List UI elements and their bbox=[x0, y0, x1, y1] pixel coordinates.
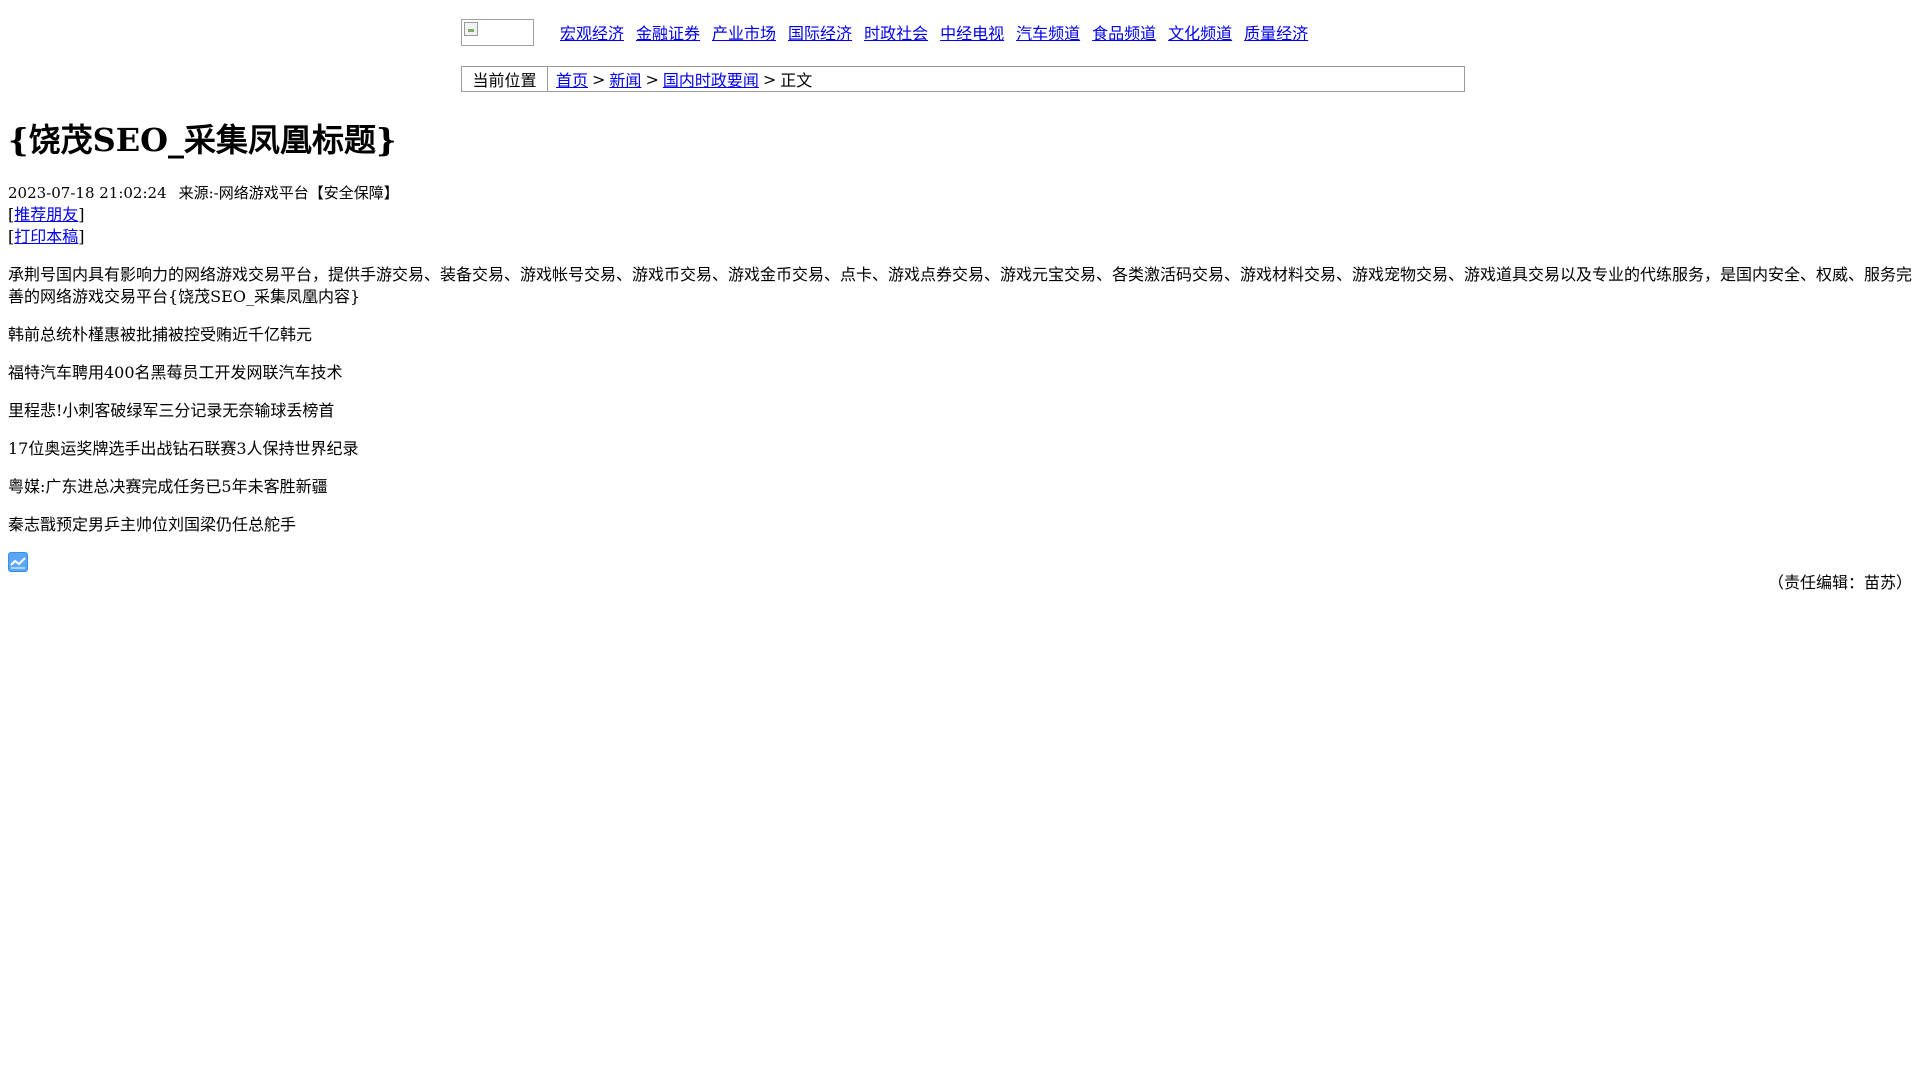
headline-item: 秦志戬预定男乒主帅位刘国梁仍任总舵手 bbox=[8, 515, 297, 534]
chart-icon bbox=[8, 552, 28, 572]
channel-links: 宏观经济 金融证券 产业市场 国际经济 时政社会 中经电视 汽车频道 食品频道 … bbox=[560, 20, 1308, 44]
headline-item: 韩前总统朴槿惠被批捕被控受贿近千亿韩元 bbox=[8, 325, 313, 344]
broken-image-icon bbox=[464, 21, 478, 36]
headline-item: 福特汽车聘用400名黑莓员工开发网联汽车技术 bbox=[8, 363, 343, 382]
nav-link-auto-channel[interactable]: 汽车频道 bbox=[1016, 20, 1080, 44]
site-logo[interactable] bbox=[461, 18, 534, 46]
breadcrumb-separator: > bbox=[645, 69, 659, 89]
breadcrumb-label: 当前位置 bbox=[462, 67, 548, 91]
breadcrumb-current: 正文 bbox=[780, 71, 813, 90]
article-meta: 2023-07-18 21:02:24 来源:-网络游戏平台【安全保障】 bbox=[8, 182, 399, 203]
headline-item: 粤媒:广东进总决赛完成任务已5年未客胜新疆 bbox=[8, 477, 328, 496]
print-article-link[interactable]: 打印本稿 bbox=[14, 227, 78, 246]
recommend-friend-row: [推荐朋友] bbox=[8, 205, 85, 224]
article-tools: [推荐朋友] [打印本稿] bbox=[8, 204, 85, 248]
nav-link-quality-economy[interactable]: 质量经济 bbox=[1244, 20, 1308, 44]
recommend-friend-link[interactable]: 推荐朋友 bbox=[14, 205, 78, 224]
nav-link-politics-society[interactable]: 时政社会 bbox=[864, 20, 928, 44]
nav-link-macro-economy[interactable]: 宏观经济 bbox=[560, 20, 624, 44]
nav-link-economic-tv[interactable]: 中经电视 bbox=[940, 20, 1004, 44]
breadcrumb-separator: > bbox=[592, 69, 606, 89]
breadcrumb-domestic-news-link[interactable]: 国内时政要闻 bbox=[663, 67, 759, 91]
breadcrumb-separator: > bbox=[762, 69, 777, 89]
breadcrumb-path: 首页 > 新闻 > 国内时政要闻 > 正文 bbox=[548, 67, 812, 91]
article-source: 来源:-网络游戏平台【安全保障】 bbox=[178, 184, 399, 202]
nav-link-industry-market[interactable]: 产业市场 bbox=[712, 20, 776, 44]
article-intro: 承荆号国内具有影响力的网络游戏交易平台，提供手游交易、装备交易、游戏帐号交易、游… bbox=[8, 265, 1913, 306]
headline-item: 17位奥运奖牌选手出战钻石联赛3人保持世界纪录 bbox=[8, 439, 359, 458]
breadcrumb-home-link[interactable]: 首页 bbox=[556, 67, 588, 91]
nav-link-culture-channel[interactable]: 文化频道 bbox=[1168, 20, 1232, 44]
responsible-editor: （责任编辑：苗苏） bbox=[1767, 573, 1912, 592]
print-article-row: [打印本稿] bbox=[8, 227, 85, 246]
article-title: {饶茂SEO_采集凤凰标题} bbox=[8, 121, 397, 159]
headline-item: 里程悲!小刺客破绿军三分记录无奈输球丢榜首 bbox=[8, 401, 335, 420]
headline-list: 韩前总统朴槿惠被批捕被控受贿近千亿韩元 福特汽车聘用400名黑莓员工开发网联汽车… bbox=[8, 324, 359, 552]
article-datetime: 2023-07-18 21:02:24 bbox=[8, 184, 167, 202]
nav-link-international-economy[interactable]: 国际经济 bbox=[788, 20, 852, 44]
top-navigation: 宏观经济 金融证券 产业市场 国际经济 时政社会 中经电视 汽车频道 食品频道 … bbox=[461, 18, 1308, 46]
breadcrumb: 当前位置 首页 > 新闻 > 国内时政要闻 > 正文 bbox=[461, 66, 1465, 92]
nav-link-food-channel[interactable]: 食品频道 bbox=[1092, 20, 1156, 44]
nav-link-finance-securities[interactable]: 金融证券 bbox=[636, 20, 700, 44]
breadcrumb-news-link[interactable]: 新闻 bbox=[609, 67, 641, 91]
